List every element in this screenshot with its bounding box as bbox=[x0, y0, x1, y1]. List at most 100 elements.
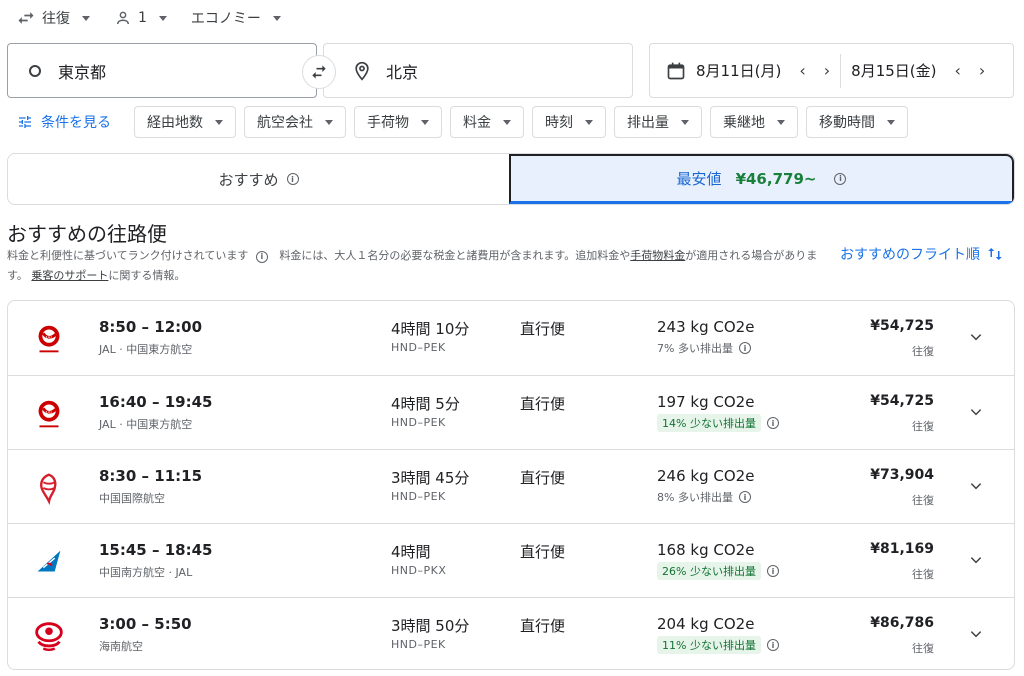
emissions-info: 11% 少ない排出量 i bbox=[657, 636, 779, 654]
filter-chip-stops[interactable]: 経由地数 bbox=[134, 106, 236, 138]
trip-type-select[interactable]: 往復 bbox=[16, 8, 90, 28]
price-type: 往復 bbox=[912, 420, 934, 433]
flight-row[interactable]: 3:00 – 5:50 海南航空 3時間 50分 HND–PEK 直行便 204… bbox=[8, 597, 1014, 669]
chevron-right-icon[interactable]: › bbox=[824, 61, 830, 80]
expand-button[interactable] bbox=[966, 550, 986, 570]
airline-name: JAL · 中国東方航空 bbox=[99, 418, 193, 431]
cabin-select[interactable]: エコノミー bbox=[191, 8, 281, 28]
depart-date-value: 8月11日(月) bbox=[696, 62, 782, 80]
filter-chip-airlines[interactable]: 航空会社 bbox=[244, 106, 346, 138]
flight-row[interactable]: JAL 8:50 – 12:00 JAL · 中国東方航空 4時間 10分 HN… bbox=[8, 301, 1014, 375]
china-southern-logo-icon bbox=[37, 550, 61, 572]
chip-label: 航空会社 bbox=[257, 115, 313, 131]
passenger-assistance-link[interactable]: 乗客のサポート bbox=[31, 269, 108, 282]
flight-duration: 4時間 bbox=[391, 543, 431, 561]
filter-chip-duration[interactable]: 移動時間 bbox=[806, 106, 908, 138]
depart-date[interactable]: 8月11日(月) ‹ › bbox=[666, 44, 830, 97]
flight-stops: 直行便 bbox=[520, 395, 566, 413]
price-type: 往復 bbox=[912, 642, 934, 655]
hainan-logo-icon bbox=[35, 622, 63, 651]
flight-price: ¥81,169 bbox=[870, 541, 934, 557]
co2-value: 204 kg CO2e bbox=[657, 615, 755, 633]
airline-name: 中国国際航空 bbox=[99, 492, 165, 505]
caret-down-icon bbox=[421, 119, 429, 125]
expand-button[interactable] bbox=[966, 624, 986, 644]
filter-chip-emissions[interactable]: 排出量 bbox=[614, 106, 702, 138]
sort-tabs: おすすめ i 最安値 ¥46,779~ i bbox=[7, 153, 1015, 205]
caret-down-icon bbox=[887, 119, 895, 125]
info-icon[interactable]: i bbox=[834, 172, 847, 185]
info-icon[interactable]: i bbox=[766, 417, 779, 429]
info-icon[interactable]: i bbox=[766, 565, 779, 577]
all-filters-button[interactable]: 条件を見る bbox=[17, 112, 111, 132]
filter-chip-connecting[interactable]: 乗継地 bbox=[710, 106, 798, 138]
flight-row[interactable]: 8:30 – 11:15 中国国際航空 3時間 45分 HND–PEK 直行便 … bbox=[8, 449, 1014, 523]
filter-chip-bags[interactable]: 手荷物 bbox=[354, 106, 442, 138]
caret-down-icon bbox=[503, 119, 511, 125]
svg-text:JAL: JAL bbox=[45, 410, 54, 416]
chevron-right-icon[interactable]: › bbox=[979, 61, 985, 80]
flight-duration: 3時間 50分 bbox=[391, 617, 470, 635]
destination-value: 北京 bbox=[386, 62, 419, 82]
section-description: 料金と利便性に基づいてランク付けされています i 料金には、大人１名分の必要な税… bbox=[7, 246, 827, 286]
jal-logo-icon: JAL bbox=[38, 400, 60, 428]
sort-icon bbox=[988, 248, 1002, 260]
date-field[interactable]: 8月11日(月) ‹ › 8月15日(金) ‹ › bbox=[649, 43, 1014, 98]
return-date[interactable]: 8月15日(金) ‹ › bbox=[851, 44, 985, 97]
emissions-badge: 26% 少ない排出量 bbox=[657, 562, 761, 580]
flight-stops: 直行便 bbox=[520, 543, 566, 561]
info-icon[interactable]: i bbox=[286, 173, 299, 185]
tab-recommended[interactable]: おすすめ i bbox=[8, 154, 509, 204]
flight-stops: 直行便 bbox=[520, 320, 566, 338]
sort-button[interactable]: おすすめのフライト順 bbox=[840, 244, 1004, 264]
info-icon[interactable]: i bbox=[738, 342, 751, 354]
emissions-info: 26% 少ない排出量 i bbox=[657, 562, 779, 580]
filter-chip-times[interactable]: 時刻 bbox=[532, 106, 606, 138]
co2-value: 246 kg CO2e bbox=[657, 467, 755, 485]
info-icon[interactable]: i bbox=[738, 491, 751, 503]
caret-down-icon bbox=[585, 119, 593, 125]
passengers-count: 1 bbox=[138, 10, 147, 26]
tab-cheapest[interactable]: 最安値 ¥46,779~ i bbox=[509, 154, 1014, 204]
flight-stops: 直行便 bbox=[520, 469, 566, 487]
baggage-fees-link[interactable]: 手荷物料金 bbox=[630, 249, 685, 262]
calendar-icon bbox=[667, 62, 685, 79]
chevron-left-icon[interactable]: ‹ bbox=[955, 61, 961, 80]
airline-name: JAL · 中国東方航空 bbox=[99, 343, 193, 356]
flight-row[interactable]: 15:45 – 18:45 中国南方航空 · JAL 4時間 HND–PKX 直… bbox=[8, 523, 1014, 597]
chevron-left-icon[interactable]: ‹ bbox=[799, 61, 805, 80]
destination-field[interactable]: 北京 bbox=[323, 43, 633, 98]
flight-price: ¥54,725 bbox=[870, 393, 934, 409]
tab-cheapest-label: 最安値 bbox=[676, 170, 722, 188]
chevron-down-icon bbox=[970, 483, 982, 490]
emissions-info: 8% 多い排出量 i bbox=[657, 488, 751, 506]
svg-text:JAL: JAL bbox=[45, 335, 54, 341]
flight-duration: 4時間 10分 bbox=[391, 320, 470, 338]
info-icon[interactable]: i bbox=[766, 639, 779, 651]
expand-button[interactable] bbox=[966, 402, 986, 422]
flight-times: 16:40 – 19:45 bbox=[99, 393, 213, 411]
emissions-badge: 11% 少ない排出量 bbox=[657, 636, 761, 654]
airline-name: 海南航空 bbox=[99, 640, 143, 653]
origin-field[interactable]: 東京都 bbox=[7, 43, 317, 98]
passengers-select[interactable]: 1 bbox=[114, 9, 167, 27]
flight-times: 8:30 – 11:15 bbox=[99, 467, 203, 485]
co2-value: 168 kg CO2e bbox=[657, 541, 755, 559]
expand-button[interactable] bbox=[966, 476, 986, 496]
expand-button[interactable] bbox=[966, 327, 986, 347]
filter-bar: 条件を見る 経由地数 航空会社 手荷物 料金 時刻 排出量 乗継地 移動時間 bbox=[17, 106, 916, 138]
tune-icon bbox=[19, 116, 31, 128]
flight-times: 8:50 – 12:00 bbox=[99, 318, 203, 336]
emissions-info: 14% 少ない排出量 i bbox=[657, 414, 779, 432]
emissions-label: 8% 多い排出量 bbox=[657, 491, 733, 504]
section-title: おすすめの往路便 bbox=[7, 222, 167, 246]
person-icon bbox=[117, 11, 129, 25]
flight-row[interactable]: JAL 16:40 – 19:45 JAL · 中国東方航空 4時間 5分 HN… bbox=[8, 375, 1014, 449]
airline-name: 中国南方航空 · JAL bbox=[99, 566, 193, 579]
chevron-down-icon bbox=[970, 631, 982, 638]
info-icon[interactable]: i bbox=[255, 251, 268, 263]
swap-button[interactable] bbox=[302, 55, 336, 89]
flight-times: 3:00 – 5:50 bbox=[99, 615, 192, 633]
flight-price: ¥54,725 bbox=[870, 318, 934, 334]
filter-chip-price[interactable]: 料金 bbox=[450, 106, 524, 138]
